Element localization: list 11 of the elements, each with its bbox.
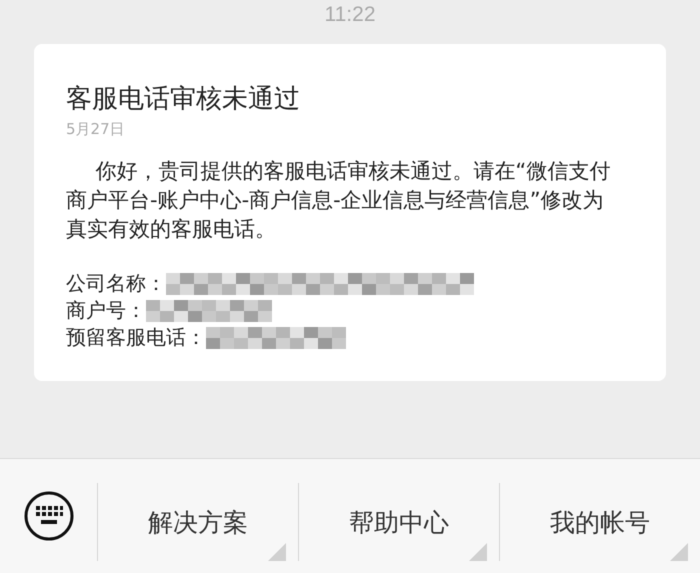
field-label: 预留客服电话： — [66, 324, 206, 351]
field-label: 公司名称： — [66, 270, 166, 297]
menu-item[interactable]: 我的帐号 — [499, 483, 700, 561]
message-title: 客服电话审核未通过 — [66, 83, 301, 116]
message-date: 5月27日 — [66, 120, 126, 139]
menu-item[interactable]: 帮助中心 — [298, 483, 499, 561]
timestamp: 11:22 — [324, 3, 376, 27]
keyboard-icon[interactable] — [23, 490, 75, 542]
message-body: 你好，贵司提供的客服电话审核未通过。请在“微信支付商户平台-账户中心-商户信息-企业信息与经营信息”修改为真实有效的客服电话。 — [66, 158, 612, 243]
field-label: 商户号： — [66, 297, 146, 324]
menu-item[interactable]: 解决方案 — [97, 483, 298, 561]
